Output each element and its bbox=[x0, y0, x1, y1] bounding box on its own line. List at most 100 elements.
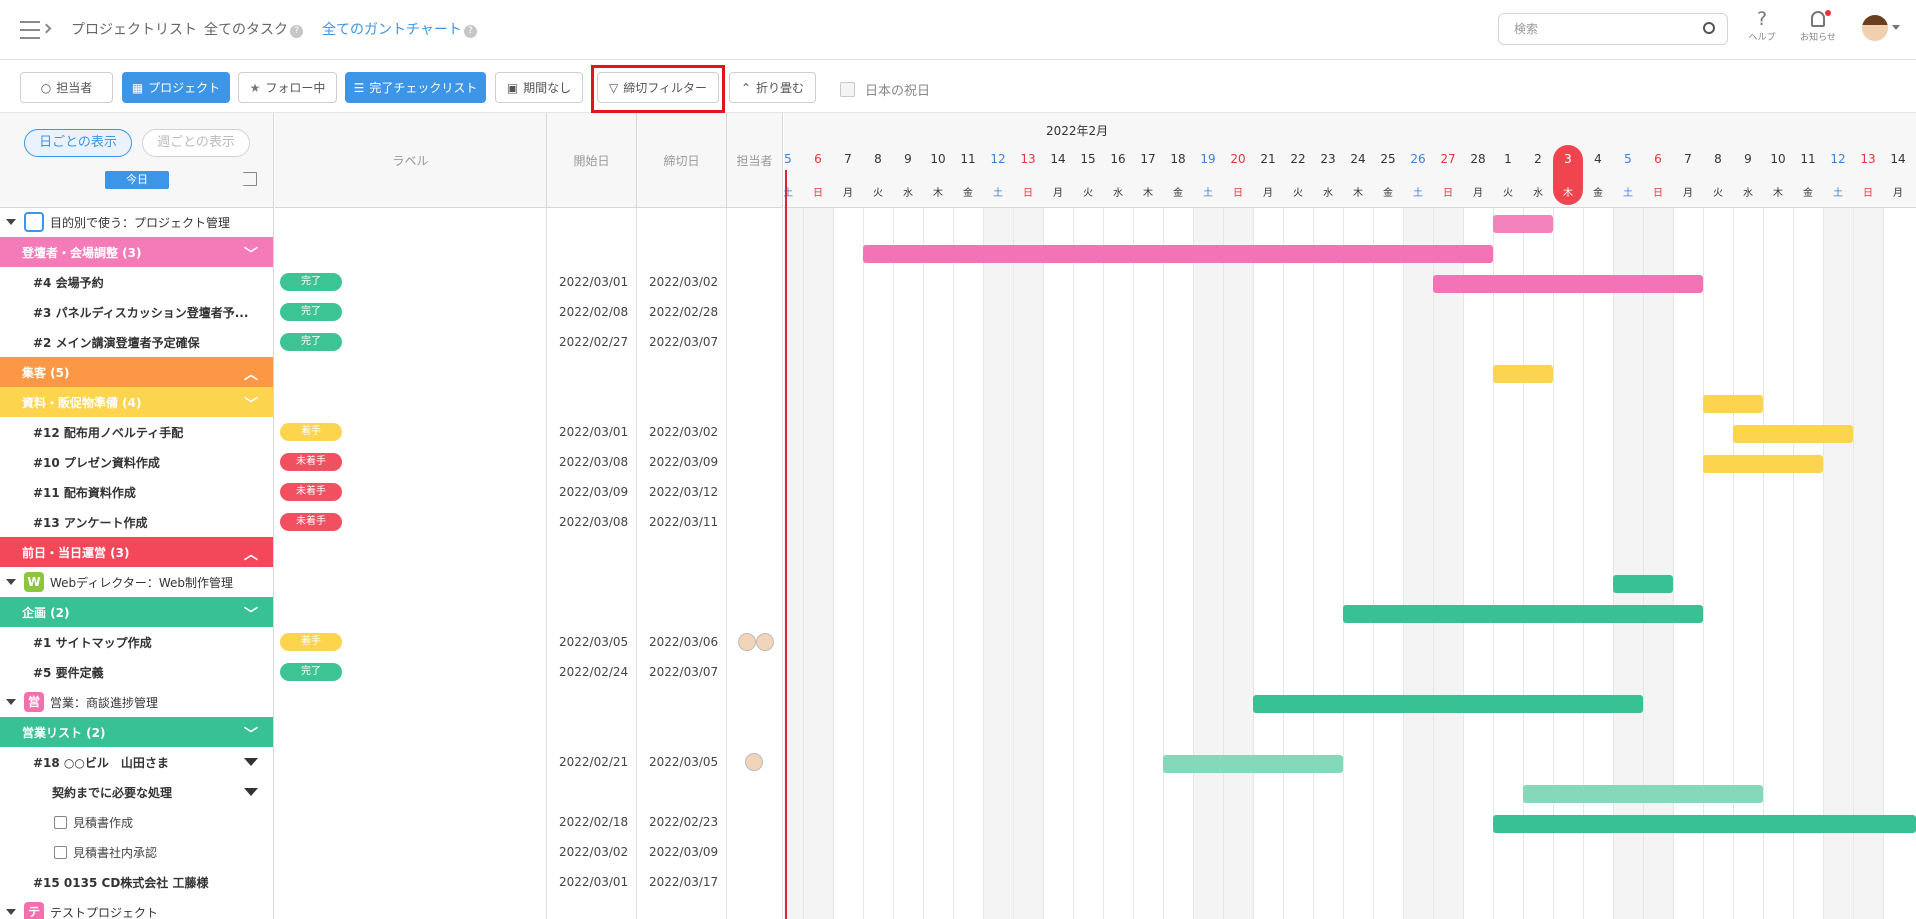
end-date[interactable]: 2022/03/07 bbox=[649, 335, 718, 349]
start-date[interactable]: 2022/03/01 bbox=[559, 275, 628, 289]
collapse-button[interactable]: ⌃ 折り畳む bbox=[729, 72, 816, 103]
tree-row[interactable]: 見積書作成 bbox=[0, 807, 273, 837]
tree-row[interactable]: 見積書社内承認 bbox=[0, 837, 273, 867]
start-date[interactable]: 2022/03/05 bbox=[559, 635, 628, 649]
gantt-bar[interactable] bbox=[1493, 815, 1916, 833]
user-avatar[interactable] bbox=[1862, 15, 1888, 41]
tree-row[interactable]: 目的別で使う：プロジェクト管理 bbox=[0, 207, 273, 237]
start-date[interactable]: 2022/02/27 bbox=[559, 335, 628, 349]
chevron-icon[interactable]: ﹀ bbox=[244, 394, 258, 414]
chevron-down-icon[interactable] bbox=[6, 909, 16, 915]
start-date[interactable]: 2022/03/01 bbox=[559, 875, 628, 889]
daily-view-button[interactable]: 日ごとの表示 bbox=[24, 129, 132, 157]
gantt-bar[interactable] bbox=[1493, 215, 1553, 233]
chevron-icon[interactable]: ﹀ bbox=[244, 724, 258, 744]
tree-row[interactable]: 営業リスト (2) ﹀ bbox=[0, 717, 273, 747]
tree-row[interactable]: #15 0135 CD株式会社 工藤様 bbox=[0, 867, 273, 897]
menu-toggle-icon[interactable] bbox=[20, 19, 52, 41]
tree-row[interactable]: 企画 (2) ﹀ bbox=[0, 597, 273, 627]
gantt-bar[interactable] bbox=[1703, 395, 1763, 413]
end-date[interactable]: 2022/03/07 bbox=[649, 665, 718, 679]
start-date[interactable]: 2022/02/18 bbox=[559, 815, 628, 829]
search-input[interactable]: 検索 bbox=[1498, 13, 1728, 45]
assignee-avatar[interactable] bbox=[738, 633, 756, 651]
tree-row[interactable]: 資料・販促物準備 (4) ﹀ bbox=[0, 387, 273, 417]
help-button[interactable]: ? ヘルプ bbox=[1740, 8, 1784, 43]
tree-row[interactable]: 前日・当日運営 (3) ︿ bbox=[0, 537, 273, 567]
gantt-bar[interactable] bbox=[1343, 605, 1703, 623]
end-date[interactable]: 2022/03/17 bbox=[649, 875, 718, 889]
gantt-bar[interactable] bbox=[1613, 575, 1673, 593]
start-date[interactable]: 2022/02/08 bbox=[559, 305, 628, 319]
assignee-avatar[interactable] bbox=[756, 633, 774, 651]
start-date[interactable]: 2022/02/21 bbox=[559, 755, 628, 769]
notice-button[interactable]: お知らせ bbox=[1794, 8, 1842, 43]
chevron-down-icon[interactable] bbox=[6, 699, 16, 705]
today-button[interactable]: 今日 bbox=[105, 171, 169, 189]
start-date[interactable]: 2022/03/08 bbox=[559, 515, 628, 529]
tree-row[interactable]: #18 ○○ビル 山田さま bbox=[0, 747, 273, 777]
tree-row[interactable]: テテストプロジェクト bbox=[0, 897, 273, 919]
end-date[interactable]: 2022/02/23 bbox=[649, 815, 718, 829]
assignee-avatar[interactable] bbox=[745, 753, 763, 771]
nav-all-gantt[interactable]: 全てのガントチャート? bbox=[322, 19, 477, 39]
start-date[interactable]: 2022/03/01 bbox=[559, 425, 628, 439]
end-date[interactable]: 2022/03/09 bbox=[649, 845, 718, 859]
search-icon[interactable] bbox=[1703, 22, 1715, 34]
gantt-bar[interactable] bbox=[1523, 785, 1763, 803]
done-checklist-button[interactable]: ☰ 完了チェックリスト bbox=[345, 72, 486, 103]
status-label[interactable]: 完了 bbox=[280, 333, 342, 351]
dropdown-triangle-icon[interactable] bbox=[244, 758, 258, 766]
following-filter-button[interactable]: ★ フォロー中 bbox=[238, 72, 337, 103]
project-filter-button[interactable]: ▦ プロジェクト bbox=[122, 72, 230, 103]
tree-row[interactable]: #3 パネルディスカッション登壇者予... bbox=[0, 297, 273, 327]
chevron-icon[interactable]: ﹀ bbox=[244, 244, 258, 264]
status-label[interactable]: 完了 bbox=[280, 273, 342, 291]
end-date[interactable]: 2022/03/06 bbox=[649, 635, 718, 649]
status-label[interactable]: 完了 bbox=[280, 303, 342, 321]
gantt-bar[interactable] bbox=[1733, 425, 1853, 443]
tree-row[interactable]: #2 メイン講演登壇者予定確保 bbox=[0, 327, 273, 357]
tree-row[interactable]: #11 配布資料作成 bbox=[0, 477, 273, 507]
end-date[interactable]: 2022/03/12 bbox=[649, 485, 718, 499]
tree-row[interactable]: #13 アンケート作成 bbox=[0, 507, 273, 537]
gantt-bar[interactable] bbox=[1703, 455, 1823, 473]
dropdown-triangle-icon[interactable] bbox=[244, 788, 258, 796]
status-label[interactable]: 完了 bbox=[280, 663, 342, 681]
tree-row[interactable]: #4 会場予約 bbox=[0, 267, 273, 297]
gantt-bar[interactable] bbox=[863, 245, 1493, 263]
no-period-button[interactable]: ▣ 期間なし bbox=[495, 72, 583, 103]
start-date[interactable]: 2022/02/24 bbox=[559, 665, 628, 679]
tree-row[interactable]: 登壇者・会場調整 (3) ﹀ bbox=[0, 237, 273, 267]
end-date[interactable]: 2022/03/11 bbox=[649, 515, 718, 529]
chevron-down-icon[interactable] bbox=[1892, 25, 1900, 30]
checklist-checkbox[interactable] bbox=[54, 845, 67, 859]
status-label[interactable]: 着手 bbox=[280, 633, 342, 651]
holiday-checkbox[interactable] bbox=[840, 82, 855, 97]
deadline-filter-button[interactable]: ▽ 締切フィルター bbox=[597, 72, 719, 103]
tree-row[interactable]: 契約までに必要な処理 bbox=[0, 777, 273, 807]
tree-row[interactable]: #5 要件定義 bbox=[0, 657, 273, 687]
weekly-view-button[interactable]: 週ごとの表示 bbox=[142, 129, 250, 157]
nav-project-list[interactable]: プロジェクトリスト bbox=[71, 19, 197, 39]
tree-row[interactable]: 集客 (5) ︿ bbox=[0, 357, 273, 387]
gantt-bar[interactable] bbox=[1163, 755, 1343, 773]
chevron-icon[interactable]: ︿ bbox=[244, 364, 258, 384]
chevron-icon[interactable]: ﹀ bbox=[244, 604, 258, 624]
tree-row[interactable]: 営営業：商談進捗管理 bbox=[0, 687, 273, 717]
end-date[interactable]: 2022/03/02 bbox=[649, 275, 718, 289]
collapse-pane-icon[interactable] bbox=[243, 172, 257, 186]
status-label[interactable]: 未着手 bbox=[280, 513, 342, 531]
chevron-down-icon[interactable] bbox=[6, 579, 16, 585]
end-date[interactable]: 2022/03/09 bbox=[649, 455, 718, 469]
end-date[interactable]: 2022/03/05 bbox=[649, 755, 718, 769]
tree-row[interactable]: #10 プレゼン資料作成 bbox=[0, 447, 273, 477]
gantt-bar[interactable] bbox=[1493, 365, 1553, 383]
checklist-checkbox[interactable] bbox=[54, 815, 67, 829]
end-date[interactable]: 2022/03/02 bbox=[649, 425, 718, 439]
gantt-bar[interactable] bbox=[1253, 695, 1643, 713]
holiday-toggle[interactable]: 日本の祝日 bbox=[840, 80, 930, 99]
start-date[interactable]: 2022/03/02 bbox=[559, 845, 628, 859]
assignee-filter-button[interactable]: ○ 担当者 bbox=[20, 72, 113, 103]
end-date[interactable]: 2022/02/28 bbox=[649, 305, 718, 319]
